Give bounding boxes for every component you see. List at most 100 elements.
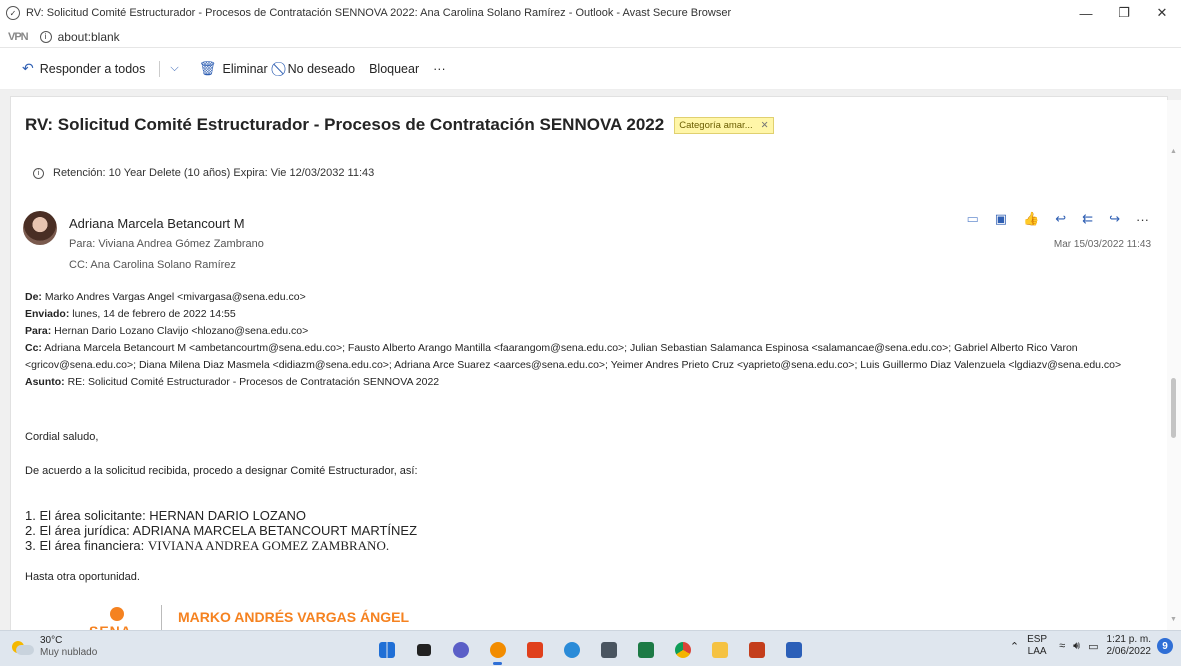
weather-widget[interactable]: 30°C Muy nublado	[10, 635, 97, 659]
wifi-icon[interactable]: ≈	[1059, 640, 1065, 652]
list-item-value: VIVIANA ANDREA GOMEZ ZAMBRANO.	[147, 538, 390, 553]
window-title: RV: Solicitud Comité Estructurador - Pro…	[26, 7, 732, 19]
block-button[interactable]: Bloquear	[369, 62, 419, 76]
info-icon: i	[33, 167, 44, 179]
language-indicator[interactable]: ESP LAA	[1027, 634, 1047, 658]
fwd-to: Para: Hernan Dario Lozano Clavijo <hloza…	[25, 323, 1155, 340]
retention-notice: i Retención: 10 Year Delete (10 años) Ex…	[33, 167, 374, 179]
list-item-label: 3. El área financiera:	[25, 538, 148, 553]
file-explorer-button[interactable]	[706, 636, 733, 663]
clock-date: 2/06/2022	[1106, 646, 1152, 657]
task-view-button[interactable]	[410, 636, 437, 663]
start-button[interactable]	[373, 636, 400, 663]
word-icon	[785, 641, 802, 658]
chevron-up-icon[interactable]: ⌃	[1010, 640, 1019, 653]
minimize-button[interactable]: —	[1067, 0, 1105, 26]
reply-dropdown-button[interactable]: ⌵	[170, 62, 184, 75]
window-controls: — ❐ ✕	[1067, 0, 1181, 26]
chat-icon	[452, 641, 469, 658]
scrollbar-thumb[interactable]	[1171, 378, 1176, 438]
reply-icon[interactable]: ↩	[1055, 211, 1066, 227]
junk-button[interactable]: ⃠ No deseado	[282, 60, 355, 77]
message-card: RV: Solicitud Comité Estructurador - Pro…	[10, 96, 1168, 636]
reply-all-icon[interactable]: ⇇	[1082, 211, 1093, 227]
like-icon[interactable]: 👍	[1023, 211, 1039, 227]
system-tray: ⌃ ESP LAA ≈ 🔊︎ ▭ 1:21 p. m. 2/06/2022 9	[1010, 634, 1173, 658]
info-icon[interactable]: i	[39, 30, 52, 43]
junk-label: No deseado	[287, 61, 356, 76]
avatar[interactable]	[23, 211, 57, 245]
pdf-icon[interactable]: ▣	[995, 211, 1007, 227]
list-item: 2. El área jurídica: ADRIANA MARCELA BET…	[25, 523, 418, 538]
powerpoint-button[interactable]	[743, 636, 770, 663]
language-code: ESP	[1027, 634, 1048, 645]
clock-time: 1:21 p. m.	[1106, 634, 1151, 645]
url-field[interactable]: about:blank	[58, 30, 120, 44]
closing-text: Hasta otra oportunidad.	[25, 571, 140, 583]
recipient-to: Para: Viviana Andrea Gómez Zambrano	[69, 238, 264, 250]
block-label: Bloquear	[369, 61, 420, 76]
category-label: Categoría amar...	[679, 119, 753, 131]
fwd-subject-label: Asunto:	[25, 376, 65, 388]
fwd-sent: Enviado: lunes, 14 de febrero de 2022 14…	[25, 306, 1155, 323]
reply-all-button[interactable]: ↶ Responder a todos	[22, 60, 145, 77]
delete-label: Eliminar	[222, 61, 268, 76]
toolbar-divider	[159, 60, 161, 77]
fwd-subject: Asunto: RE: Solicitud Comité Estructurad…	[25, 374, 1155, 391]
chat-button[interactable]	[447, 636, 474, 663]
calculator-icon	[600, 641, 617, 658]
clock[interactable]: 1:21 p. m. 2/06/2022	[1107, 634, 1152, 658]
excel-button[interactable]	[632, 636, 659, 663]
temperature: 30°C	[40, 635, 63, 646]
category-tag[interactable]: Categoría amar... ✕	[674, 116, 774, 134]
fwd-sent-value: lunes, 14 de febrero de 2022 14:55	[69, 308, 236, 320]
reading-pane: RV: Solicitud Comité Estructurador - Pro…	[0, 90, 1181, 636]
vpn-icon[interactable]: VPN	[8, 31, 29, 43]
retention-text: Retención: 10 Year Delete (10 años) Expi…	[53, 167, 375, 179]
task-view-icon	[416, 643, 431, 656]
avast-browser-button[interactable]	[484, 636, 511, 665]
excel-icon	[637, 641, 654, 658]
fwd-cc: Cc: Adriana Marcela Betancourt M <ambeta…	[25, 340, 1155, 374]
fwd-from-value: Marko Andres Vargas Angel <mivargasa@sen…	[41, 291, 306, 303]
word-button[interactable]	[780, 636, 807, 663]
chrome-icon	[674, 641, 691, 658]
greeting: Cordial saludo,	[25, 431, 99, 443]
forward-icon[interactable]: ↪	[1109, 211, 1120, 227]
browser-button[interactable]	[558, 636, 585, 663]
calculator-button[interactable]	[595, 636, 622, 663]
reply-all-label: Responder a todos	[39, 61, 146, 76]
fwd-sent-label: Enviado:	[25, 308, 70, 320]
taskbar: 30°C Muy nublado ⌃ ESP LAA ≈ 🔊︎ ▭ 1:21 p…	[0, 630, 1181, 666]
browser-icon	[563, 641, 580, 658]
fwd-subject-value: RE: Solicitud Comité Estructurador - Pro…	[64, 376, 440, 388]
more-icon[interactable]: ···	[1136, 212, 1149, 227]
battery-icon[interactable]: ▭	[1088, 640, 1098, 653]
close-icon[interactable]: ✕	[761, 120, 769, 131]
cloud-shape	[16, 645, 34, 655]
office-button[interactable]	[521, 636, 548, 663]
signature-name: MARKO ANDRÉS VARGAS ÁNGEL	[178, 609, 410, 625]
language-layout: LAA	[1027, 646, 1047, 657]
volume-icon[interactable]: 🔊︎	[1073, 640, 1080, 653]
forwarded-header: De: Marko Andres Vargas Angel <mivargasa…	[25, 289, 1155, 391]
chrome-button[interactable]	[669, 636, 696, 663]
scroll-up-icon[interactable]: ▲	[1170, 148, 1177, 155]
maximize-button[interactable]: ❐	[1105, 0, 1143, 26]
delete-button[interactable]: 🗑 Eliminar	[199, 60, 268, 77]
close-button[interactable]: ✕	[1143, 0, 1181, 26]
browser-titlebar: ✓ RV: Solicitud Comité Estructurador - P…	[0, 0, 1181, 26]
immersive-reader-icon[interactable]: ▭	[967, 211, 979, 227]
sender-name[interactable]: Adriana Marcela Betancourt M	[69, 216, 245, 231]
address-bar: VPN i about:blank	[0, 26, 1181, 48]
windows-icon	[378, 641, 395, 658]
intro-text: De acuerdo a la solicitud recibida, proc…	[25, 465, 418, 477]
fwd-cc-value: Adriana Marcela Betancourt M <ambetancou…	[25, 342, 1122, 371]
scrollbar[interactable]: ▲ ▼	[1167, 100, 1181, 630]
more-actions-button[interactable]: ···	[433, 62, 446, 76]
office-icon	[526, 641, 543, 658]
notification-badge[interactable]: 9	[1157, 638, 1173, 654]
scroll-down-icon[interactable]: ▼	[1170, 616, 1177, 623]
browser-icon: ✓	[6, 6, 20, 20]
folder-icon	[711, 641, 728, 658]
